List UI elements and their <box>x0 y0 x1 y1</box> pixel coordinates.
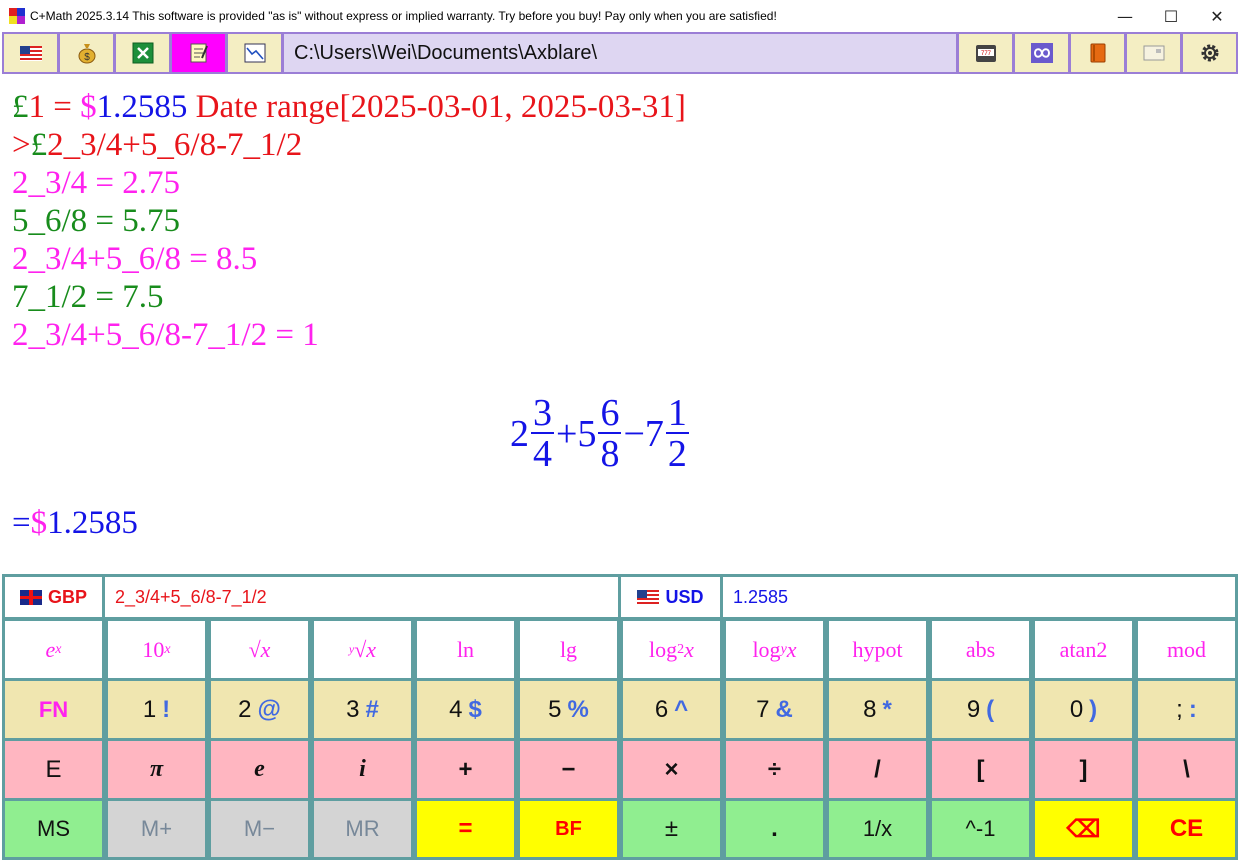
to-value-field[interactable]: 1.2585 <box>723 577 1235 617</box>
key-5[interactable]: 5% <box>520 681 617 738</box>
slot-machine-icon[interactable]: 777 <box>959 34 1012 72</box>
infinity-icon[interactable] <box>1015 34 1068 72</box>
lg-key[interactable]: lg <box>520 621 617 678</box>
logy-key[interactable]: log y x <box>726 621 823 678</box>
keypad: GBP 2_3/4+5_6/8-7_1/2 USD 1.2585 ex 10 x … <box>2 574 1238 860</box>
step-line: 2_3/4+5_6/8 = 8.5 <box>12 241 258 277</box>
memory-store-key[interactable]: MS <box>5 801 102 857</box>
fn-key[interactable]: FN <box>5 681 102 738</box>
rendered-formula: 2 34 + 5 68 − 7 12 <box>510 392 689 475</box>
output-area: £1 = $1.2585 Date range[2025-03-01, 2025… <box>2 76 1238 574</box>
money-bag-icon[interactable]: $ <box>60 34 113 72</box>
key-0[interactable]: 0) <box>1035 681 1132 738</box>
currency-converter: GBP 2_3/4+5_6/8-7_1/2 USD 1.2585 <box>2 574 1238 620</box>
memory-subtract-key[interactable]: M− <box>211 801 308 857</box>
hypot-key[interactable]: hypot <box>829 621 926 678</box>
svg-text:777: 777 <box>980 51 991 57</box>
toolbar: $ C:\Users\Wei\Documents\Axblare\ 777 <box>2 32 1238 74</box>
exp-key[interactable]: ex <box>5 621 102 678</box>
input-echo-line: >£2_3/4+5_6/8-7_1/2 <box>12 127 303 163</box>
minimize-button[interactable]: — <box>1102 0 1148 32</box>
path-field[interactable]: C:\Users\Wei\Documents\Axblare\ <box>284 34 956 72</box>
result-line: =$1.2585 <box>12 505 138 541</box>
step-line: 2_3/4 = 2.75 <box>12 165 181 201</box>
memory-recall-key[interactable]: MR <box>314 801 411 857</box>
from-currency-button[interactable]: GBP <box>5 577 102 617</box>
key-2[interactable]: 2 @ <box>211 681 308 738</box>
card-icon[interactable] <box>1127 34 1180 72</box>
key-7[interactable]: 7 & <box>726 681 823 738</box>
key-9[interactable]: 9( <box>932 681 1029 738</box>
pi-key[interactable]: π <box>108 741 205 798</box>
pow10-key[interactable]: 10 x <box>108 621 205 678</box>
step-line: 7_1/2 = 7.5 <box>12 279 164 315</box>
decimal-point-key[interactable]: . <box>726 801 823 857</box>
reciprocal-key[interactable]: 1/x <box>829 801 926 857</box>
notepad-icon[interactable] <box>172 34 225 72</box>
key-8[interactable]: 8 * <box>829 681 926 738</box>
from-value-field[interactable]: 2_3/4+5_6/8-7_1/2 <box>105 577 618 617</box>
us-flag-icon <box>637 589 660 605</box>
to-currency-button[interactable]: USD <box>621 577 720 617</box>
us-flag-icon[interactable] <box>4 34 57 72</box>
title-bar: C+Math 2025.3.14 This software is provid… <box>0 0 1240 32</box>
key-semicolon[interactable]: ;: <box>1138 681 1235 738</box>
backslash-key[interactable]: \ <box>1138 741 1235 798</box>
left-bracket-key[interactable]: [ <box>932 741 1029 798</box>
abs-key[interactable]: abs <box>932 621 1029 678</box>
step-line: 2_3/4+5_6/8-7_1/2 = 1 <box>12 317 319 353</box>
chart-icon[interactable] <box>228 34 281 72</box>
settings-icon[interactable] <box>1183 34 1236 72</box>
multiply-key[interactable]: × <box>623 741 720 798</box>
key-4[interactable]: 4 $ <box>417 681 514 738</box>
sqrt-key[interactable]: √x <box>211 621 308 678</box>
ln-key[interactable]: ln <box>417 621 514 678</box>
divide-key[interactable]: ÷ <box>726 741 823 798</box>
maximize-button[interactable]: ☐ <box>1148 0 1194 32</box>
app-logo-icon <box>9 8 25 24</box>
close-button[interactable]: ✕ <box>1194 0 1240 32</box>
right-bracket-key[interactable]: ] <box>1035 741 1132 798</box>
exponent-e-key[interactable]: E <box>5 741 102 798</box>
minus-key[interactable]: − <box>520 741 617 798</box>
bf-key[interactable]: BF <box>520 801 617 857</box>
step-line: 5_6/8 = 5.75 <box>12 203 181 239</box>
key-1[interactable]: 1! <box>108 681 205 738</box>
key-3[interactable]: 3 # <box>314 681 411 738</box>
uk-flag-icon <box>19 589 42 605</box>
plus-minus-key[interactable]: ± <box>623 801 720 857</box>
inverse-key[interactable]: ^-1 <box>932 801 1029 857</box>
nth-root-key[interactable]: y √x <box>314 621 411 678</box>
svg-text:$: $ <box>84 52 90 63</box>
log2-key[interactable]: log 2 x <box>623 621 720 678</box>
backspace-key[interactable]: ⌫ <box>1035 801 1132 857</box>
book-icon[interactable] <box>1071 34 1124 72</box>
clear-entry-key[interactable]: CE <box>1138 801 1235 857</box>
atan2-key[interactable]: atan2 <box>1035 621 1132 678</box>
mod-key[interactable]: mod <box>1138 621 1235 678</box>
euler-e-key[interactable]: e <box>211 741 308 798</box>
imaginary-i-key[interactable]: i <box>314 741 411 798</box>
plus-key[interactable]: + <box>417 741 514 798</box>
excel-icon[interactable] <box>116 34 169 72</box>
key-6[interactable]: 6 ^ <box>623 681 720 738</box>
slash-key[interactable]: / <box>829 741 926 798</box>
window-title: C+Math 2025.3.14 This software is provid… <box>30 9 777 23</box>
memory-add-key[interactable]: M+ <box>108 801 205 857</box>
exchange-rate-line: £1 = $1.2585 Date range[2025-03-01, 2025… <box>12 89 686 125</box>
equals-key[interactable]: = <box>417 801 514 857</box>
